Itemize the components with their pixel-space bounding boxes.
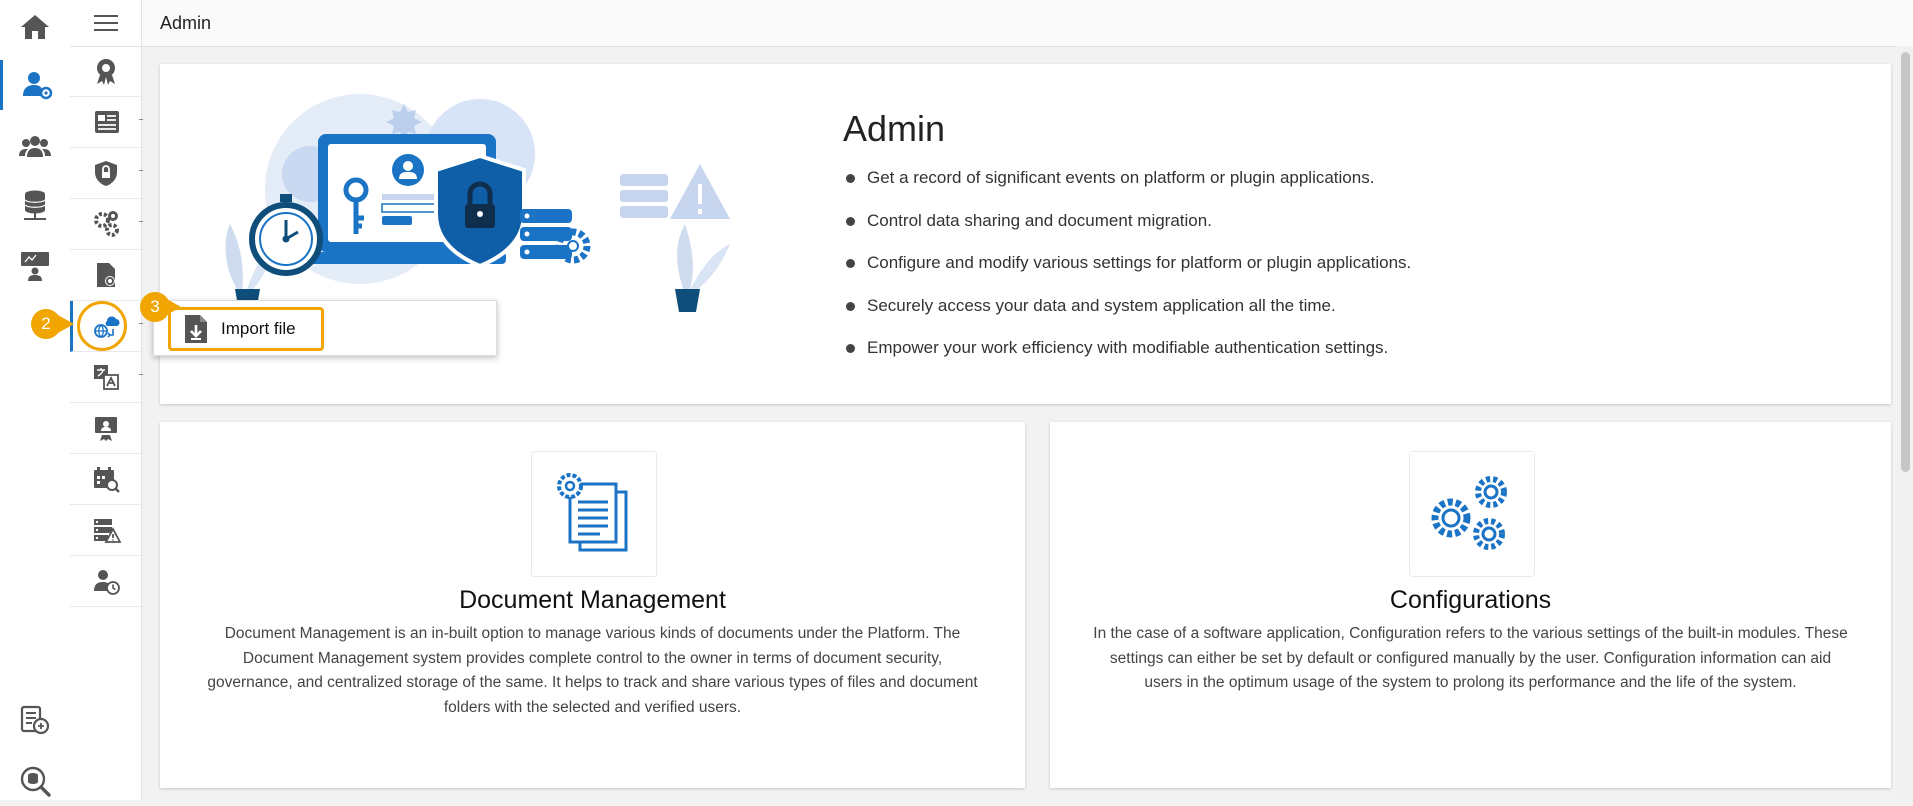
news-list-icon	[94, 111, 119, 133]
database-icon	[24, 190, 46, 220]
database-search-nav-item[interactable]	[0, 756, 70, 806]
submenu-caret	[139, 170, 143, 175]
import-file-label: Import file	[221, 319, 296, 338]
home-icon	[21, 15, 49, 39]
import-file-button[interactable]: Import file	[168, 307, 324, 351]
monitor-nav-item[interactable]	[0, 240, 70, 290]
home-nav-item[interactable]	[0, 2, 70, 52]
submenu-item-file-settings[interactable]	[70, 250, 141, 301]
users-nav-item[interactable]	[0, 122, 70, 172]
submenu-caret	[139, 374, 143, 379]
card-description: Document Management is an in-built optio…	[207, 625, 978, 716]
list-item: Securely access your data and system app…	[843, 294, 1411, 337]
user-clock-icon	[93, 570, 120, 595]
submenu-item-configurations[interactable]	[70, 199, 143, 250]
submenu-caret	[139, 323, 143, 328]
list-item: Empower your work efficiency with modifi…	[843, 336, 1411, 379]
users-group-icon	[19, 136, 51, 157]
hero-feature-list: Get a record of significant events on pl…	[843, 166, 1411, 379]
data-migration-flyout: Import file	[153, 300, 497, 356]
card-description: In the case of a software application, C…	[1093, 625, 1848, 692]
submenu-caret	[139, 119, 143, 124]
card-icon-box	[1408, 451, 1535, 577]
list-item: Get a record of significant events on pl…	[843, 166, 1411, 209]
calendar-search-icon	[93, 467, 120, 493]
database-nav-item[interactable]	[0, 180, 70, 230]
user-settings-icon	[22, 72, 52, 100]
list-item: Control data sharing and document migrat…	[843, 209, 1411, 252]
certificate-user-icon	[94, 417, 117, 441]
gears-icon	[93, 211, 119, 237]
list-item: Configure and modify various settings fo…	[843, 251, 1411, 294]
gears-icon	[1431, 476, 1507, 550]
database-search-icon	[20, 766, 51, 797]
card-title: Document Management	[459, 586, 726, 614]
document-management-card[interactable]: Document Management Document Management …	[160, 422, 1025, 788]
page-header: Admin	[142, 0, 1913, 47]
card-title: Configurations	[1389, 586, 1552, 614]
award-settings-icon	[96, 59, 115, 85]
shield-lock-icon	[94, 161, 117, 186]
submenu-item-certificate[interactable]	[70, 403, 141, 454]
submenu-item-translation[interactable]	[70, 352, 143, 403]
submenu-item-schedule[interactable]	[70, 454, 141, 505]
server-warning-icon	[93, 519, 121, 543]
scrollbar-thumb[interactable]	[1901, 52, 1910, 472]
configurations-card[interactable]: Configurations In the case of a software…	[1050, 422, 1891, 788]
document-settings-icon	[556, 473, 627, 552]
translate-icon	[93, 365, 119, 390]
file-download-icon	[185, 315, 207, 343]
data-report-icon	[20, 705, 50, 735]
monitor-user-icon	[21, 252, 49, 281]
hamburger-icon	[93, 15, 118, 31]
step-highlight-ring	[77, 301, 127, 351]
card-icon-box	[530, 451, 657, 577]
menu-toggle-button[interactable]	[70, 0, 141, 47]
admin-nav-item[interactable]	[0, 60, 70, 110]
step-badge: 2	[31, 309, 61, 339]
step-badge: 3	[140, 292, 170, 322]
hero-title: Admin	[843, 108, 946, 150]
submenu-item-security[interactable]	[70, 148, 143, 199]
admin-submenu	[70, 0, 143, 800]
file-settings-icon	[96, 263, 115, 287]
submenu-item-user-sessions[interactable]	[70, 556, 141, 607]
submenu-item-news[interactable]	[70, 97, 143, 148]
submenu-item-server-alerts[interactable]	[70, 505, 141, 556]
breadcrumb-title: Admin	[160, 12, 212, 33]
submenu-caret	[139, 221, 143, 226]
data-report-nav-item[interactable]	[0, 696, 70, 746]
submenu-item-audit[interactable]	[70, 46, 141, 97]
main-navigation-rail	[0, 0, 71, 800]
